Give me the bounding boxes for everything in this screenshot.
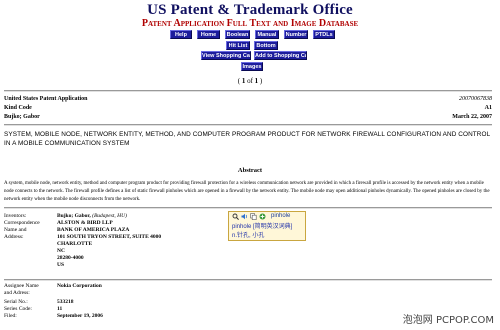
hit-list-button[interactable]: Hit List (226, 41, 250, 50)
abstract-heading: Abstract (237, 167, 263, 174)
table-row: Serial No.: 533218 (4, 299, 103, 306)
inventors-label: Inventors: (4, 213, 27, 219)
serial-value: 533218 (57, 299, 74, 305)
home-button[interactable]: Home (197, 30, 220, 39)
inventors-value: Bujko; Gabor, (Budapest, HU) (57, 213, 127, 219)
help-button[interactable]: Help (170, 30, 192, 39)
filed-value: September 19, 2006 (57, 313, 103, 319)
magnifier-icon[interactable] (232, 213, 239, 220)
divider-meta (4, 207, 492, 209)
bottom-button[interactable]: Bottom (254, 41, 278, 50)
divider-top (4, 90, 492, 92)
images-button[interactable]: Images (241, 62, 263, 71)
site-title: US Patent & Trademark Office (147, 2, 353, 18)
table-row: Assignee Name and Adress: Nokia Corporati… (4, 283, 103, 297)
ptdls-button[interactable]: PTDLs (313, 30, 335, 39)
dictionary-tooltip: pinhole pinhole [简明英汉词典] n.针孔, 小孔 (228, 211, 306, 241)
watermark: 泡泡网 PCPOP.COM (402, 315, 494, 326)
add-to-shopping-cart-button[interactable]: Add to Shopping Cart (254, 51, 307, 60)
manual-search-button[interactable]: Manual (255, 30, 279, 39)
correspondence-value: ALSTON & BIRD LLP BANK OF AMERICA PLAZA 10… (57, 220, 162, 268)
patent-metadata-table: Inventors: Bujko; Gabor, (Budapest, HU) … (4, 213, 161, 269)
view-shopping-cart-button[interactable]: View Shopping Cart (201, 51, 251, 60)
publication-date: March 22, 2007 (452, 114, 492, 120)
table-row: Filed: September 19, 2006 (4, 313, 103, 320)
divider-assignee (4, 279, 492, 281)
tooltip-word: pinhole (271, 213, 291, 219)
correspondence-label: Correspondence Name and Address: (4, 220, 40, 240)
series-code-value: 11 (57, 306, 63, 312)
assignee-label: Assignee Name and Adress: (4, 283, 39, 296)
result-pager: ( 1 of 1 ) (237, 77, 263, 85)
tooltip-definition: n.针孔, 小孔 (232, 233, 265, 239)
inventor-short: Bujko; Gabor (4, 114, 40, 120)
site-subtitle: Patent Application Full Text and Image D… (141, 18, 359, 29)
abstract-text: A system, mobile node, network entity, m… (4, 181, 490, 202)
patent-metadata-table-2: Assignee Name and Adress: Nokia Corporati… (4, 283, 103, 320)
filed-label: Filed: (4, 313, 17, 319)
add-word-icon[interactable] (259, 213, 266, 220)
table-row: Series Code: 11 (4, 306, 103, 313)
table-row: Inventors: Bujko; Gabor, (Budapest, HU) (4, 213, 161, 220)
number-search-button[interactable]: Number (284, 30, 308, 39)
serial-label: Serial No.: (4, 299, 28, 305)
boolean-search-button[interactable]: Boolean (225, 30, 250, 39)
kind-code-label: Kind Code (4, 105, 32, 111)
table-row: Correspondence Name and Address: ALSTON & … (4, 220, 161, 269)
tooltip-dictionary-line[interactable]: pinhole [简明英汉词典] (232, 223, 292, 231)
assignee-value: Nokia Corporation (57, 283, 102, 289)
copy-icon[interactable] (250, 213, 257, 220)
series-code-label: Series Code: (4, 306, 32, 312)
kind-code-value: A1 (484, 105, 492, 111)
divider-title (4, 124, 492, 126)
patent-kind-label: United States Patent Application (4, 96, 88, 102)
patent-number: 20070067838 (459, 96, 492, 102)
speaker-icon[interactable] (241, 213, 248, 220)
patent-title: SYSTEM, MOBILE NODE, NETWORK ENTITY, MET… (4, 131, 491, 147)
